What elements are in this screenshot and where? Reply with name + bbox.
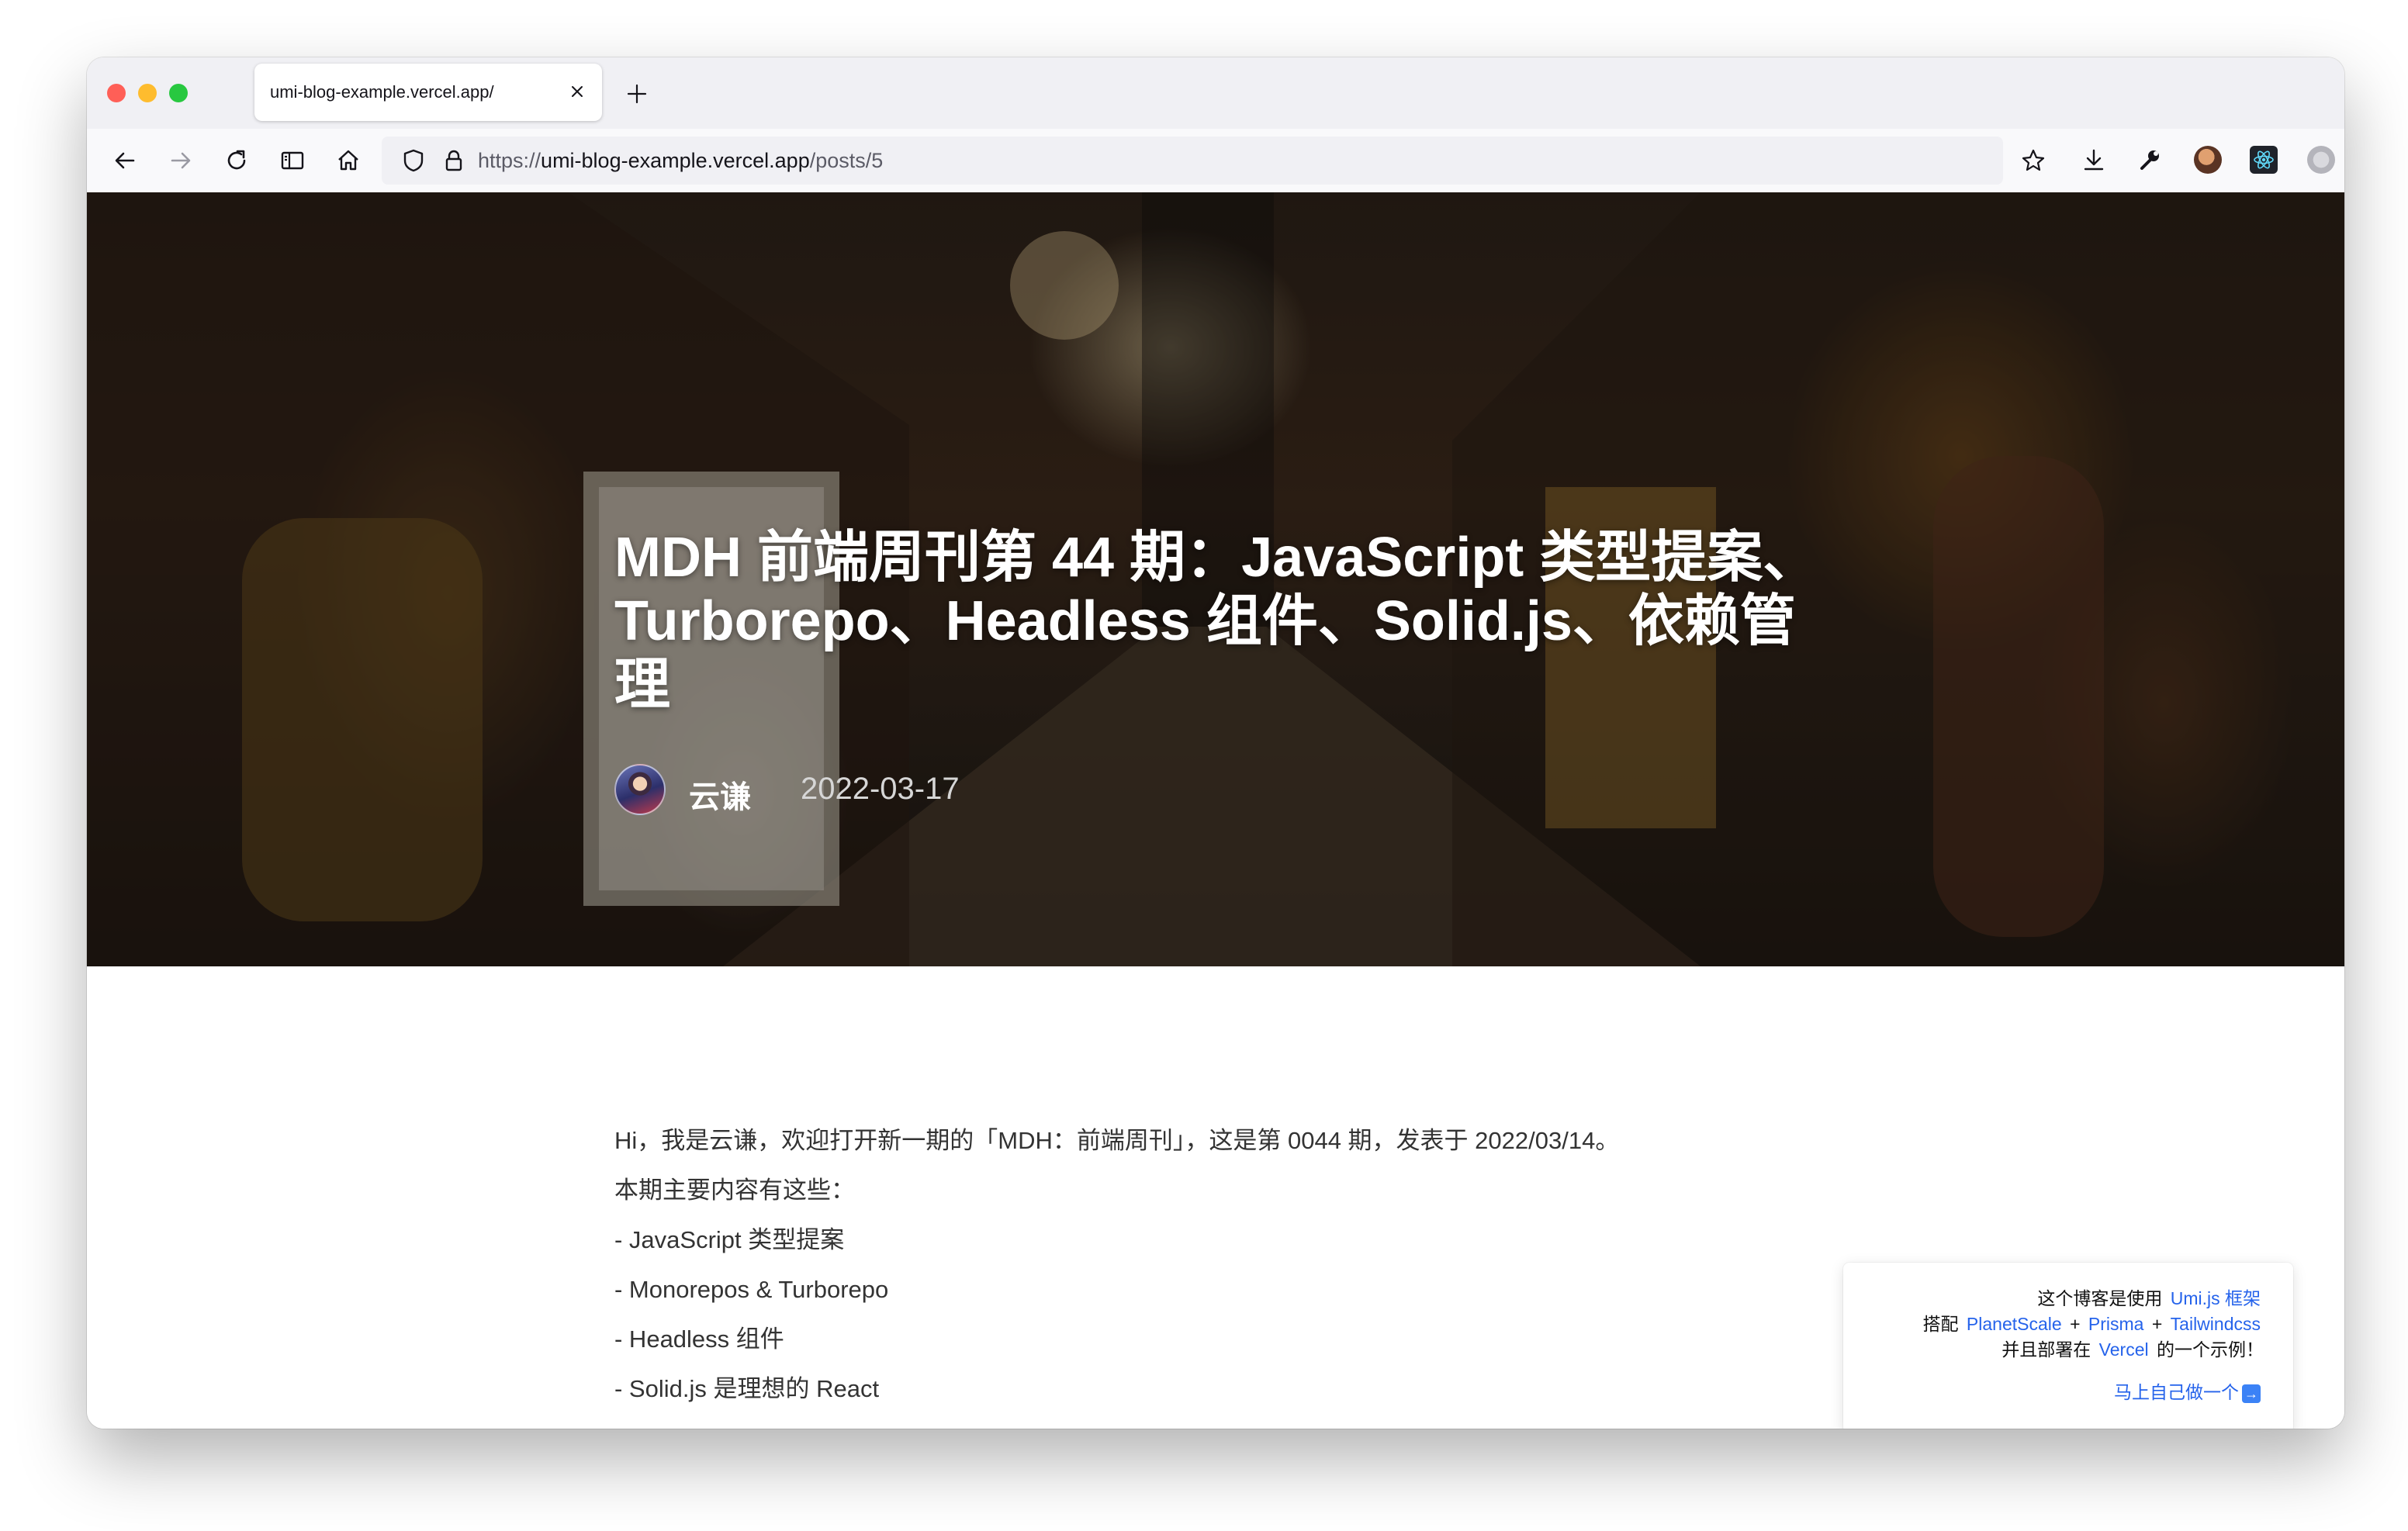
promo-cta-line: 马上自己做一个 → [1843,1380,2264,1405]
react-devtools-extension-icon[interactable] [2250,146,2278,174]
address-bar[interactable]: https://umi-blog-example.vercel.app/post… [382,137,2003,185]
author-name: 云谦 [689,780,751,814]
plus-separator: + [2070,1314,2081,1334]
promo-text: 搭配 [1922,1314,1959,1334]
tab-strip: umi-blog-example.vercel.app/ [87,57,2344,129]
minimize-window-button[interactable] [138,84,157,102]
make-your-own-link[interactable]: 马上自己做一个 → [2114,1382,2261,1403]
close-window-button[interactable] [107,84,126,102]
browser-window: umi-blog-example.vercel.app/ https://umi… [87,57,2344,1429]
close-tab-icon[interactable] [565,79,590,104]
tracking-shield-icon[interactable] [397,144,430,177]
back-arrow-icon[interactable] [109,144,141,177]
post-date: 2022-03-17 [801,772,960,806]
avatar-extension-icon[interactable] [2194,146,2222,174]
umijs-link[interactable]: Umi.js 框架 [2171,1288,2261,1308]
cta-label: 马上自己做一个 [2114,1382,2239,1402]
new-tab-plus-icon[interactable] [622,79,652,109]
vercel-link[interactable]: Vercel [2099,1339,2149,1360]
promo-text: 并且部署在 [2001,1339,2091,1360]
list-item: - JavaScript 类型提案 [614,1226,845,1253]
url-scheme: https:// [478,149,541,172]
web-page: MDH 前端周刊第 44 期：JavaScript 类型提案、Turborepo… [87,192,2344,1429]
hero-banner: MDH 前端周刊第 44 期：JavaScript 类型提案、Turborepo… [87,192,2344,966]
browser-tab[interactable]: umi-blog-example.vercel.app/ [254,64,602,121]
list-item: - Headless 组件 [614,1325,784,1353]
list-item: - Monorepos & Turborepo [614,1276,889,1303]
nav-toolbar: https://umi-blog-example.vercel.app/post… [87,129,2344,193]
contents-heading: 本期主要内容有这些： [614,1177,855,1204]
wrench-icon[interactable] [2133,144,2166,177]
avatar [614,764,666,815]
home-icon[interactable] [332,144,365,177]
prisma-link[interactable]: Prisma [2088,1314,2144,1334]
promo-line-3: 并且部署在 Vercel 的一个示例！ [1843,1337,2264,1363]
arrow-right-box-icon: → [2242,1384,2261,1403]
tailwindcss-link[interactable]: Tailwindcss [2171,1314,2261,1334]
url-host: umi-blog-example.vercel.app [541,149,810,172]
promo-text: 这个博客是使用 [2037,1288,2163,1308]
planetscale-link[interactable]: PlanetScale [1967,1314,2062,1334]
star-icon[interactable] [2017,144,2050,177]
lock-icon[interactable] [438,144,470,177]
zoom-window-button[interactable] [169,84,188,102]
post-title: MDH 前端周刊第 44 期：JavaScript 类型提案、Turborepo… [614,527,1819,716]
url-text[interactable]: https://umi-blog-example.vercel.app/post… [478,149,883,173]
intro-paragraph: Hi，我是云谦，欢迎打开新一期的「MDH：前端周刊」，这是第 0044 期，发表… [614,1127,1620,1154]
forward-arrow-icon[interactable] [164,144,197,177]
promo-line-2: 搭配 PlanetScale + Prisma + Tailwindcss [1843,1312,2264,1337]
reload-icon[interactable] [220,144,253,177]
post-content: Hi，我是云谦，欢迎打开新一期的「MDH：前端周刊」，这是第 0044 期，发表… [614,1123,1778,1421]
tab-title: umi-blog-example.vercel.app/ [270,82,494,102]
promo-line-1: 这个博客是使用 Umi.js 框架 [1843,1286,2264,1312]
translate-extension-icon[interactable] [2307,146,2335,174]
plus-separator: + [2151,1314,2163,1334]
sidebar-icon[interactable] [276,144,309,177]
promo-card: 这个博客是使用 Umi.js 框架 搭配 PlanetScale + Prism… [1843,1263,2293,1429]
url-path: /posts/5 [809,149,884,172]
list-item: - Solid.js 是理想的 React [614,1375,880,1402]
download-icon[interactable] [2078,144,2110,177]
promo-text: 的一个示例！ [2157,1339,2264,1360]
